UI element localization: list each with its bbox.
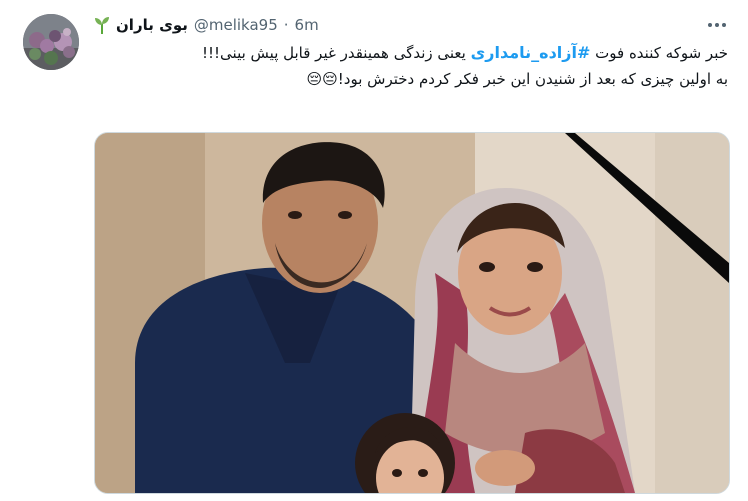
more-options-icon: [708, 23, 726, 27]
photo-image: [95, 133, 729, 493]
hashtag-link[interactable]: #آزاده_نامداری: [471, 43, 591, 62]
tweet-card[interactable]: بوی باران @melika95 · 6m خبر شوکه کننده …: [0, 0, 748, 501]
tweet-text: خبر شوکه کننده فوت #آزاده_نامداری یعنی ز…: [94, 40, 728, 92]
avatar[interactable]: [23, 14, 79, 70]
more-options-button[interactable]: [706, 16, 728, 34]
avatar-image: [23, 14, 79, 70]
separator-dot: ·: [283, 16, 289, 34]
tweet-text-part1: خبر شوکه کننده فوت: [590, 44, 728, 62]
display-name[interactable]: بوی باران: [116, 16, 188, 34]
tweet-header: بوی باران @melika95 · 6m: [94, 14, 319, 36]
sprout-icon: [95, 17, 109, 34]
tweet-text-line2: به اولین چیزی که بعد از شنیدن این خبر فک…: [306, 70, 728, 88]
tweet-photo[interactable]: [94, 132, 730, 494]
timestamp[interactable]: 6m: [295, 16, 319, 34]
tweet-text-part2: یعنی زندگی همینقدر غیر قابل پیش بینی!!!: [202, 44, 471, 62]
user-handle[interactable]: @melika95: [194, 16, 278, 34]
tweet-text-line1: خبر شوکه کننده فوت #آزاده_نامداری یعنی ز…: [94, 40, 728, 66]
